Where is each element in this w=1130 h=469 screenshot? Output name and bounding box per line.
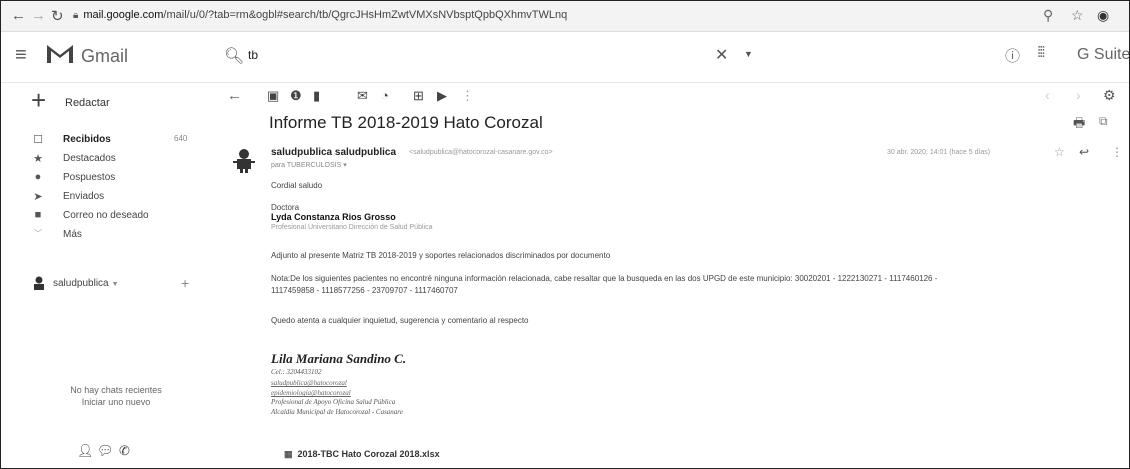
bookmark-star-icon[interactable]: ☆ xyxy=(1071,7,1084,24)
body-note-line-2: 1117459858 - 1118577256 - 23709707 - 111… xyxy=(271,286,458,295)
sidebar-item-label: Destacados xyxy=(63,153,116,164)
sidebar-item-inbox[interactable]: ☐ Recibidos 640 xyxy=(31,133,211,149)
label-tag-icon[interactable]: ▶ xyxy=(437,88,447,104)
sidebar-item-label: Enviados xyxy=(63,191,105,202)
signature-role-1: Profesional de Apoyo Oficina Salud Públi… xyxy=(271,398,396,406)
inbox-icon: ☐ xyxy=(33,134,43,146)
more-actions-icon[interactable]: ⋮ xyxy=(461,88,474,104)
sidebar: + Redactar ☐ Recibidos 640 ★ Destacados … xyxy=(1,83,211,468)
forward-arrow-icon[interactable]: → xyxy=(31,7,46,24)
signature-email-2[interactable]: epidemiologia@hatocorozal xyxy=(271,389,351,397)
lock-icon: 🔒︎ xyxy=(73,10,79,21)
doctor-title: Doctora xyxy=(271,203,300,212)
label-icon: ■ xyxy=(34,209,42,221)
doctor-role: Profesional Universitario Dirección de S… xyxy=(271,224,433,231)
sidebar-item-label: Recibidos xyxy=(63,134,111,145)
send-icon: ➤ xyxy=(33,191,43,203)
chevron-down-icon: ﹀ xyxy=(34,229,42,238)
main-menu-icon[interactable]: ≡ xyxy=(15,44,27,67)
add-to-tasks-icon[interactable]: ⊞ xyxy=(413,88,424,104)
avatar xyxy=(31,275,47,291)
screenshot-frame: ← → ↻ 🔒︎ mail.google.com/mail/u/0/?tab=rm… xyxy=(0,0,1130,469)
sender-avatar xyxy=(233,149,255,173)
back-to-search-icon[interactable]: ← xyxy=(227,87,242,104)
attachment-name: 2018-TBC Hato Corozal 2018.xlsx xyxy=(297,449,440,459)
add-chat-icon[interactable]: + xyxy=(181,275,189,291)
message-more-icon[interactable]: ⋮ xyxy=(1111,145,1123,159)
back-arrow-icon[interactable]: ← xyxy=(11,7,26,24)
compose-label: Redactar xyxy=(65,97,110,109)
url-host: mail.google.com xyxy=(83,9,164,21)
delete-icon[interactable]: ▮ xyxy=(313,88,320,104)
sidebar-item-sent[interactable]: ➤ Enviados xyxy=(31,190,211,206)
sidebar-item-label: Más xyxy=(63,229,82,240)
signature-name: Lila Mariana Sandino C. xyxy=(271,351,407,366)
sidebar-item-spam[interactable]: ■ Correo no deseado xyxy=(31,209,211,225)
address-bar[interactable]: 🔒︎ mail.google.com/mail/u/0/?tab=rm&ogbl#… xyxy=(73,9,567,21)
older-icon[interactable]: › xyxy=(1076,87,1081,103)
signature-role-2: Alcaldía Municipal de Hatocorozal - Casa… xyxy=(271,408,403,416)
print-icon[interactable]: 🖶 xyxy=(1073,114,1085,136)
message-date: 30 abr. 2020, 14:01 (hace 5 días) xyxy=(887,149,991,156)
settings-gear-icon[interactable]: ⚙ xyxy=(1103,87,1116,104)
search-options-icon[interactable]: ▼ xyxy=(744,49,753,59)
clock-icon: ● xyxy=(34,171,42,183)
gmail-header: ≡ Gmail 🔍︎ ✕ ▼ ⓘ ⁞⁞⁞ G Suite xyxy=(1,32,1129,83)
search-icon[interactable]: 🔍︎ xyxy=(224,46,244,66)
zoom-icon[interactable]: ⚲ xyxy=(1043,7,1053,24)
phone-icon[interactable]: ✆ xyxy=(119,443,130,459)
spreadsheet-icon: ▦ xyxy=(284,449,293,459)
archive-icon[interactable]: ▣ xyxy=(267,88,279,104)
sender-name: saludpublica saludpublica xyxy=(271,147,397,158)
signature-cel: Cel.: 3204433102 xyxy=(271,368,322,376)
reload-icon[interactable]: ↻ xyxy=(51,7,64,25)
chat-bubble-icon[interactable]: 💬︎ xyxy=(97,443,114,459)
snooze-icon[interactable]: ◔ xyxy=(381,88,389,103)
inbox-count: 640 xyxy=(174,134,188,143)
message-subject: Informe TB 2018-2019 Hato Corozal xyxy=(269,113,543,132)
gmail-logo[interactable] xyxy=(45,43,75,65)
gmail-brand-text: Gmail xyxy=(81,46,129,66)
apps-grid-icon[interactable]: ⁞⁞⁞ xyxy=(1037,44,1045,61)
open-in-new-window-icon[interactable]: ⧉ xyxy=(1099,114,1108,129)
search-input[interactable] xyxy=(248,48,668,62)
dropdown-arrow-icon[interactable]: ▼ xyxy=(112,281,119,288)
plus-icon: + xyxy=(31,85,47,115)
hangouts-user[interactable]: saludpublica ▼ + xyxy=(31,275,211,293)
recipient-line[interactable]: para TUBERCULOSIS ▾ xyxy=(271,161,347,169)
doctor-name: Lyda Constanza Rios Grosso xyxy=(271,212,396,222)
gsuite-brand: G Suite xyxy=(1077,46,1130,63)
body-note-line-1: Nota:De los siguientes pacientes no enco… xyxy=(271,274,938,283)
signature-email-1[interactable]: saludpublica@hatocorozal xyxy=(271,379,347,387)
greeting-text: Cordial saludo xyxy=(271,181,323,190)
sidebar-item-label: Correo no deseado xyxy=(63,210,149,221)
newer-icon[interactable]: ‹ xyxy=(1045,87,1050,103)
clear-search-icon[interactable]: ✕ xyxy=(715,45,728,65)
url-path: /mail/u/0/?tab=rm&ogbl#search/tb/QgrcJHs… xyxy=(163,9,568,21)
star-message-icon[interactable]: ☆ xyxy=(1054,145,1065,159)
attachment-file[interactable]: ▦ 2018-TBC Hato Corozal 2018.xlsx xyxy=(284,449,440,460)
sidebar-item-label: Pospuestos xyxy=(63,172,116,183)
sidebar-item-snoozed[interactable]: ● Pospuestos xyxy=(31,171,211,187)
profile-icon[interactable]: ◉ xyxy=(1097,7,1109,24)
help-icon[interactable]: ⓘ xyxy=(1005,45,1020,66)
start-new-chat-link[interactable]: Iniciar uno nuevo xyxy=(51,397,181,407)
report-spam-icon[interactable]: ❶ xyxy=(290,88,302,104)
body-closing: Quedo atenta a cualquier inquietud, suge… xyxy=(271,316,529,325)
browser-toolbar: ← → ↻ 🔒︎ mail.google.com/mail/u/0/?tab=rm… xyxy=(1,1,1129,32)
sidebar-item-more[interactable]: ﹀ Más xyxy=(31,228,211,244)
body-attachment-note: Adjunto al presente Matriz TB 2018-2019 … xyxy=(271,251,611,260)
hangouts-user-name: saludpublica xyxy=(53,278,109,289)
mark-unread-icon[interactable]: ✉ xyxy=(357,88,368,104)
contacts-icon[interactable]: 👤︎ xyxy=(77,443,94,459)
star-icon: ★ xyxy=(33,153,43,165)
sidebar-item-starred[interactable]: ★ Destacados xyxy=(31,152,211,168)
no-chats-text: No hay chats recientes xyxy=(70,385,162,395)
reply-icon[interactable]: ↩ xyxy=(1079,145,1089,159)
sender-email: <saludpublica@hatocorozal-casanare.gov.c… xyxy=(409,149,553,156)
